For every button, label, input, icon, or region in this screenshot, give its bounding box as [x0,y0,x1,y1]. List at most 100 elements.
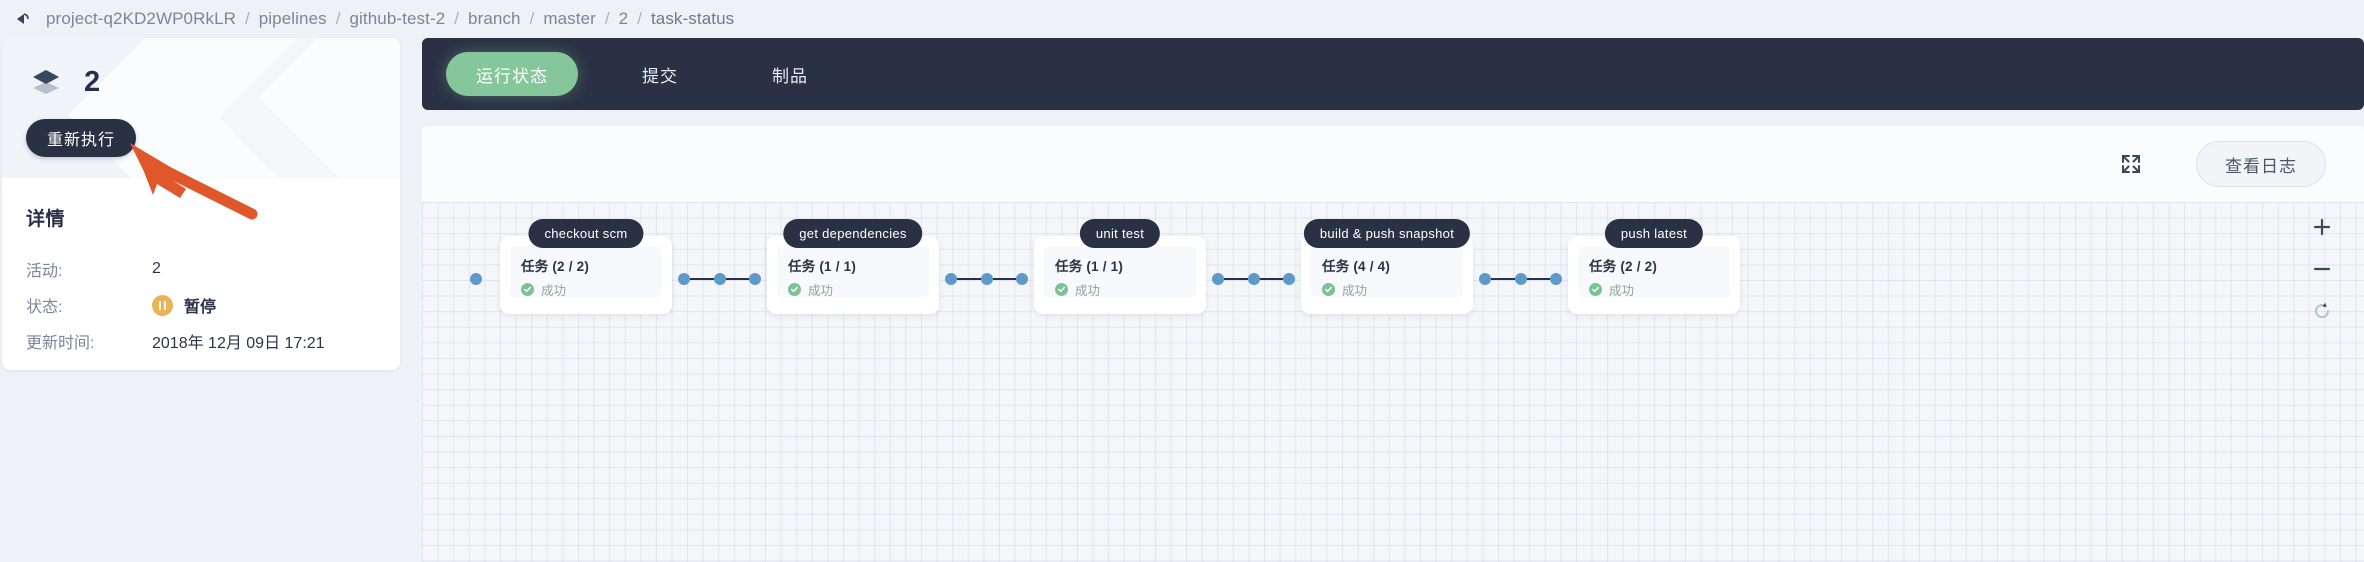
layers-icon [26,62,66,102]
connector [678,273,761,285]
pipeline-graph-canvas[interactable]: checkout scm 任务 (2 / 2) 成功 get dependencies… [422,202,2364,562]
pipeline-summary-panel: 2 重新执行 详情 活动: 2 状态: 暂停更新时间: 2018年 12月 09日 17… [2,38,400,370]
panel-hero: 2 重新执行 [2,38,400,178]
node-status: 成功 [788,280,918,299]
back-arrow-icon[interactable] [12,6,38,32]
detail-label: 活动: [26,263,63,280]
pipeline-node[interactable]: build & push snapshot 任务 (4 / 4) 成功 [1301,219,1473,314]
tab-2[interactable]: 制品 [742,52,838,96]
node-status: 成功 [521,280,651,299]
success-check-icon [1589,283,1602,296]
node-label: checkout scm [528,219,644,248]
breadcrumb-item-3[interactable]: branch [468,9,521,29]
detail-row: 更新时间: 2018年 12月 09日 17:21 [26,323,376,359]
breadcrumb-separator: / [637,9,642,28]
connector-dot [1514,273,1527,285]
pause-icon [152,294,173,316]
node-status-text: 成功 [541,284,567,298]
connector-dot [470,273,482,285]
node-task-count: 任务 (1 / 1) [788,259,857,274]
connector-line [1259,277,1283,281]
pipeline-node[interactable]: checkout scm 任务 (2 / 2) 成功 [500,219,672,314]
connector-dot [1283,273,1295,285]
zoom-out-button[interactable] [2305,252,2339,286]
breadcrumb-item-1[interactable]: pipelines [259,9,327,29]
connector-line [957,277,981,281]
connector-line [690,277,714,281]
node-body: 任务 (4 / 4) 成功 [1311,247,1463,299]
node-task-count: 任务 (2 / 2) [1589,259,1658,274]
node-status: 成功 [1055,280,1185,299]
pipeline-detail-panel: 运行状态 提交 制品 查看日志 checkout scm 任务 (2 / 2) … [422,38,2364,562]
expand-icon[interactable] [2118,151,2144,177]
details-title: 详情 [26,209,66,230]
connector-dot [1212,273,1224,285]
connector-line [1491,277,1515,281]
node-label: unit test [1079,219,1161,248]
node-body: 任务 (2 / 2) 成功 [1578,247,1730,299]
node-status-text: 成功 [1609,284,1635,298]
details-list: 活动: 2 状态: 暂停更新时间: 2018年 12月 09日 17:21 [26,251,376,359]
success-check-icon [1322,283,1335,296]
graph-toolbar: 查看日志 [422,126,2364,202]
detail-value: 暂停 [152,293,216,317]
node-label: push latest [1604,219,1704,248]
pipeline-node[interactable]: get dependencies 任务 (1 / 1) 成功 [767,219,939,314]
connector [470,273,500,285]
connector-dot [1247,273,1260,285]
breadcrumb-item-5[interactable]: 2 [619,9,629,29]
detail-value: 2 [152,260,161,277]
tab-1[interactable]: 提交 [612,52,708,96]
connector-dot [749,273,761,285]
breadcrumb-separator: / [604,9,610,28]
connector-line [725,277,749,281]
success-check-icon [788,283,801,296]
rerun-button[interactable]: 重新执行 [26,119,136,157]
node-status-text: 成功 [808,284,834,298]
breadcrumb-bar: project-q2KD2WP0RkLR / pipelines / github-te… [0,0,2364,38]
node-status-text: 成功 [1075,284,1101,298]
breadcrumb-item-0[interactable]: project-q2KD2WP0RkLR [46,9,236,29]
detail-label: 更新时间: [26,335,95,352]
success-check-icon [1055,283,1068,296]
node-label: build & push snapshot [1303,219,1471,248]
connector-dot [713,273,726,285]
node-status: 成功 [1322,280,1452,299]
reset-view-button[interactable] [2305,294,2339,328]
connector-dot [1016,273,1028,285]
node-task-count: 任务 (2 / 2) [521,259,590,274]
tab-0[interactable]: 运行状态 [446,52,578,96]
connector-line [992,277,1016,281]
breadcrumb-item-2[interactable]: github-test-2 [350,9,446,29]
connector [1479,273,1562,285]
detail-row: 状态: 暂停 [26,287,376,323]
breadcrumb-separator: / [454,9,460,28]
page-title: 2 [84,65,101,98]
graph-container: 查看日志 checkout scm 任务 (2 / 2) 成功 get depe… [422,126,2364,562]
connector-line [1224,277,1248,281]
zoom-in-button[interactable] [2305,210,2339,244]
node-label: get dependencies [783,219,923,248]
status-badge: 暂停 [184,299,217,316]
detail-row: 活动: 2 [26,251,376,287]
node-task-count: 任务 (4 / 4) [1322,259,1391,274]
view-log-button[interactable]: 查看日志 [2196,141,2326,187]
connector [945,273,1028,285]
pipeline-header: 2 [2,38,400,102]
details-section: 详情 活动: 2 状态: 暂停更新时间: 2018年 12月 09日 17:21 [2,178,400,370]
node-task-count: 任务 (1 / 1) [1055,259,1124,274]
node-status: 成功 [1589,280,1719,299]
connector-dot [980,273,993,285]
pipeline-node[interactable]: unit test 任务 (1 / 1) 成功 [1034,219,1206,314]
connector-dot [1550,273,1562,285]
breadcrumb-item-6[interactable]: task-status [651,9,734,29]
breadcrumb-item-4[interactable]: master [543,9,596,29]
breadcrumb: project-q2KD2WP0RkLR / pipelines / github-te… [46,9,734,29]
detail-value: 2018年 12月 09日 17:21 [152,335,325,352]
tab-bar: 运行状态 提交 制品 [422,38,2364,110]
breadcrumb-separator: / [335,9,341,28]
connector-line [1526,277,1550,281]
breadcrumb-separator: / [245,9,250,28]
success-check-icon [521,283,534,296]
pipeline-node[interactable]: push latest 任务 (2 / 2) 成功 [1568,219,1740,314]
